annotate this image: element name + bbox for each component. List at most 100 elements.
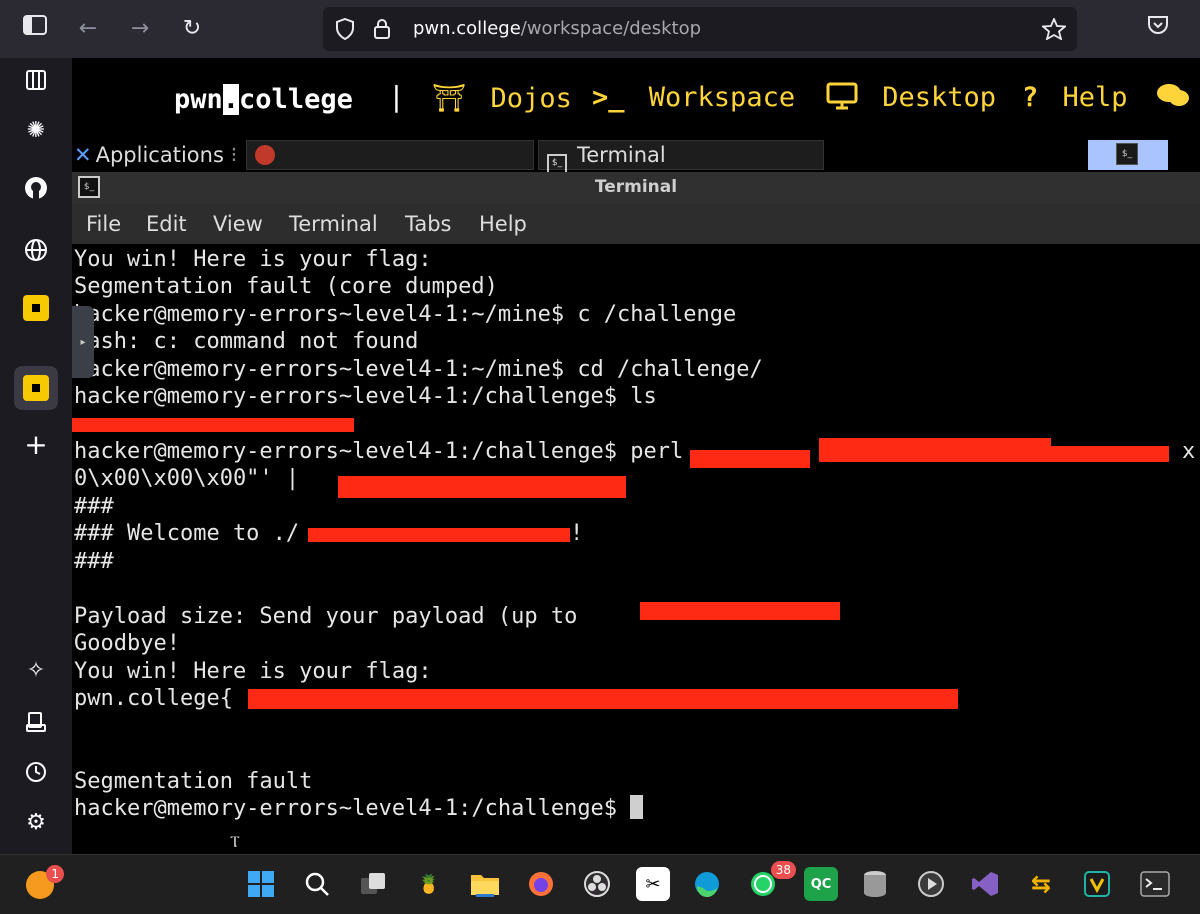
redaction-mark [819,438,1051,462]
address-bar[interactable]: pwn.college/workspace/desktop [323,7,1077,51]
terminal-titlebar[interactable]: $_ Terminal [72,172,1200,204]
chatgpt-icon[interactable]: ✺ [14,108,58,152]
terminal-line: Segmentation fault [74,769,313,794]
github-icon[interactable] [14,166,58,210]
xfce-icon: ✕ [74,143,92,167]
terminal-line: Payload size: Send your payload (up to [74,604,578,629]
question-icon: ? [1022,82,1039,113]
nav-dojos[interactable]: ⛩ Dojos [432,82,572,114]
nav-dojos-label: Dojos [490,83,572,114]
menu-edit[interactable]: Edit [146,212,187,236]
redaction-mark [640,602,840,620]
vs-code-icon[interactable] [1080,867,1114,901]
capcut-icon[interactable]: ✂ [636,867,670,901]
terminal-line: hacker@memory-errors~level4-1:~/mine$ cd… [74,357,763,382]
nav-chat[interactable] [1156,82,1190,117]
whatsapp-badge: 38 [770,861,796,879]
terminal-line: ### Welcome to ./ [74,521,300,546]
terminal-line-trailing: x [1182,439,1196,464]
pwn-college-app-icon[interactable] [14,366,58,410]
shield-icon[interactable] [335,18,355,40]
desktop-panel: ✕ Applications ⁝ $_ Terminal $_ [72,140,1200,174]
terminal-line: You win! Here is your flag: [74,247,432,272]
edge-icon[interactable] [690,867,724,901]
task-view-icon[interactable] [356,867,390,901]
visual-studio-icon[interactable] [968,867,1002,901]
search-icon[interactable] [300,867,334,901]
terminal-line: ### [74,494,114,519]
terminal-line: Segmentation fault (core dumped) [74,274,498,299]
mouse-cursor-icon: Ⲧ [230,832,240,851]
firefox-icon[interactable] [524,867,558,901]
terminal-line: hacker@memory-errors~level4-1:~/mine$ c … [74,302,737,327]
redaction-mark [248,689,958,709]
terminal-line: You win! Here is your flag: [74,659,432,684]
applications-menu[interactable]: ✕ Applications ⁝ [74,140,237,170]
panel-collapse-handle[interactable]: ▸ [72,306,94,378]
menu-tabs[interactable]: Tabs [405,212,452,236]
workspace-switcher[interactable]: $_ [1088,140,1168,170]
folder-arrows-icon[interactable]: ⇆ [1024,867,1058,901]
settings-gear-icon[interactable]: ⚙ [14,800,58,844]
redaction-mark [690,450,810,468]
nav-desktop[interactable]: Desktop [826,82,996,113]
whatsapp-icon[interactable]: 38 [746,861,796,901]
globe-icon[interactable] [14,228,58,272]
menu-view[interactable]: View [213,212,263,236]
site-logo[interactable]: pwn.college [174,84,353,115]
terminal-output[interactable]: You win! Here is your flag: Segmentation… [72,244,1200,854]
redaction-mark [72,418,354,432]
redaction-mark [308,528,570,542]
site-navbar: pwn.college | ⛩ Dojos >_ Workspace Deskt… [72,58,1200,140]
prompt-icon: >_ [592,82,625,113]
torii-icon: ⛩ [432,83,467,114]
terminal-title: Terminal [594,177,678,197]
redaction-mark [338,476,626,498]
pineapple-app-icon[interactable]: 🍍 [412,867,446,901]
start-windows-icon[interactable] [244,867,278,901]
qc-app-icon[interactable]: QC [804,867,838,901]
terminal-line: ### [74,549,114,574]
media-player-icon[interactable] [914,867,948,901]
terminal-line: hacker@memory-errors~level4-1:/challenge… [74,439,684,464]
lock-icon[interactable] [373,18,391,40]
obs-icon[interactable] [580,867,614,901]
nav-help-label: Help [1062,82,1128,113]
reload-icon[interactable]: ↻ [177,14,207,44]
nav-desktop-label: Desktop [882,82,997,113]
weather-icon[interactable]: 1 [26,865,64,899]
nav-workspace[interactable]: >_ Workspace [592,82,795,113]
database-icon[interactable] [858,867,892,901]
terminal-line-suffix: ! [570,521,584,546]
add-icon[interactable]: + [14,422,58,466]
monitor-icon [826,82,874,113]
sparkle-icon[interactable]: ✧ [14,648,58,692]
notification-badge: 1 [46,865,64,883]
sync-devices-icon[interactable] [14,700,58,744]
taskbar-window-redacted[interactable] [246,140,534,170]
taskbar-window-terminal[interactable]: $_ Terminal [538,140,824,174]
file-explorer-icon[interactable] [468,867,502,901]
bookmark-star-icon[interactable] [1042,18,1066,40]
menu-help[interactable]: Help [479,212,527,236]
pocket-icon[interactable] [1143,14,1173,44]
sidebar-toggle-icon[interactable] [20,14,50,44]
reader-view-icon[interactable] [14,58,58,102]
nav-help[interactable]: ? Help [1022,82,1128,113]
menu-terminal[interactable]: Terminal [289,212,378,236]
back-arrow-icon[interactable]: ← [73,14,103,44]
terminal-line: pwn.college{ [74,686,233,711]
terminal-line: bash: c: command not found [74,329,419,354]
terminal-line: 0\x00\x00\x00"' | [74,466,300,491]
terminal-menubar: File Edit View Terminal Tabs Help [72,204,1200,244]
browser-sidebar: ✺ + ✧ ⚙ [0,58,72,854]
browser-toolbar: ← → ↻ pwn.college/workspace/desktop [0,0,1200,58]
workspace-terminal-icon: $_ [1116,143,1138,165]
stop-icon [255,145,275,165]
bookmark-app-icon[interactable] [14,286,58,330]
terminal-app-icon[interactable] [1138,867,1172,901]
forward-arrow-icon[interactable]: → [125,14,155,44]
nav-separator: | [388,80,405,113]
menu-file[interactable]: File [86,212,121,236]
history-icon[interactable] [14,750,58,794]
